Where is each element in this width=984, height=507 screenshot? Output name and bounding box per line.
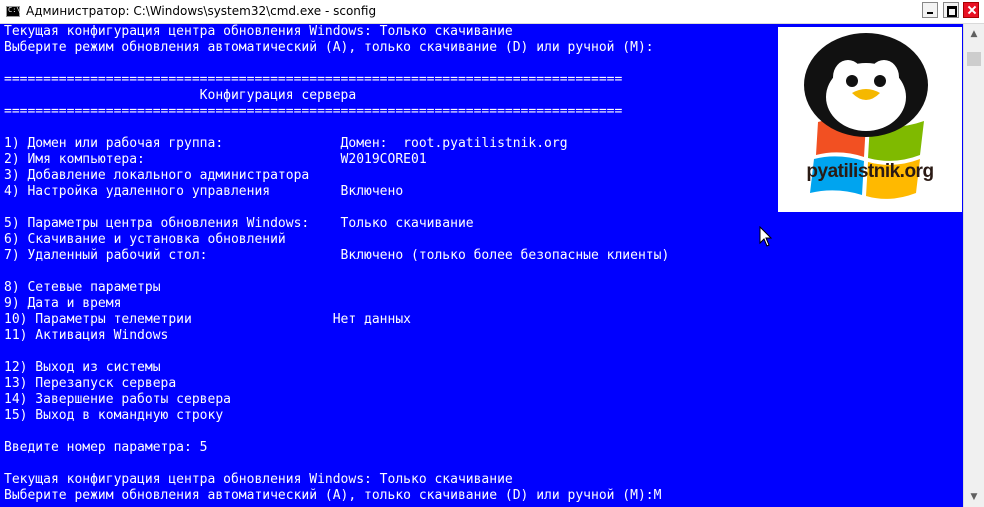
console-area[interactable]: Текущая конфигурация центра обновления W…	[0, 24, 963, 507]
console-line: 3) Добавление локального администратора	[4, 168, 310, 183]
penguin-windows-logo-icon	[804, 33, 928, 199]
minimize-button[interactable]	[922, 2, 938, 18]
console-line: 1) Домен или рабочая группа: Домен: root…	[4, 136, 568, 151]
maximize-button[interactable]	[943, 2, 959, 18]
scroll-up-icon[interactable]: ▲	[966, 26, 982, 42]
close-button[interactable]	[963, 2, 979, 18]
console-line: Выберите режим обновления автоматический…	[4, 40, 654, 55]
cmd-icon[interactable]	[6, 6, 21, 17]
console-line: 8) Сетевые параметры	[4, 280, 161, 295]
console-line: 7) Удаленный рабочий стол: Включено (тол…	[4, 248, 670, 263]
window-title: Администратор: C:\Windows\system32\cmd.e…	[26, 4, 377, 18]
console-line: ========================================…	[4, 72, 623, 87]
console-line: 11) Активация Windows	[4, 328, 169, 343]
console-line: 6) Скачивание и установка обновлений	[4, 232, 286, 247]
mouse-pointer-icon	[759, 226, 773, 247]
pyatilistnik-logo: pyatilistnik.org	[778, 27, 962, 212]
console-line: Текущая конфигурация центра обновления W…	[4, 24, 513, 39]
console-line: 2) Имя компьютера: W2019CORE01	[4, 152, 427, 167]
logo-text: pyatilistnik.org	[806, 161, 934, 182]
console-output: Текущая конфигурация центра обновления W…	[4, 24, 669, 504]
console-line: 10) Параметры телеметрии Нет данных	[4, 312, 411, 327]
scroll-down-icon[interactable]: ▼	[966, 489, 982, 505]
title-bar[interactable]: Администратор: C:\Windows\system32\cmd.e…	[0, 0, 984, 24]
console-line: Текущая конфигурация центра обновления W…	[4, 472, 513, 487]
console-line: 5) Параметры центра обновления Windows: …	[4, 216, 474, 231]
console-line: 14) Завершение работы сервера	[4, 392, 231, 407]
console-line: Введите номер параметра: 5	[4, 440, 208, 455]
console-line: 13) Перезапуск сервера	[4, 376, 177, 391]
console-line: 12) Выход из системы	[4, 360, 161, 375]
scrollbar-thumb[interactable]	[967, 52, 981, 66]
console-line: 15) Выход в командную строку	[4, 408, 224, 423]
console-line: 4) Настройка удаленного управления Включ…	[4, 184, 404, 199]
console-line: ========================================…	[4, 104, 623, 119]
console-line: Конфигурация сервера	[4, 88, 357, 103]
console-line: 9) Дата и время	[4, 296, 122, 311]
console-line: Выберите режим обновления автоматический…	[4, 488, 662, 503]
vertical-scrollbar[interactable]: ▲ ▼	[963, 24, 984, 507]
